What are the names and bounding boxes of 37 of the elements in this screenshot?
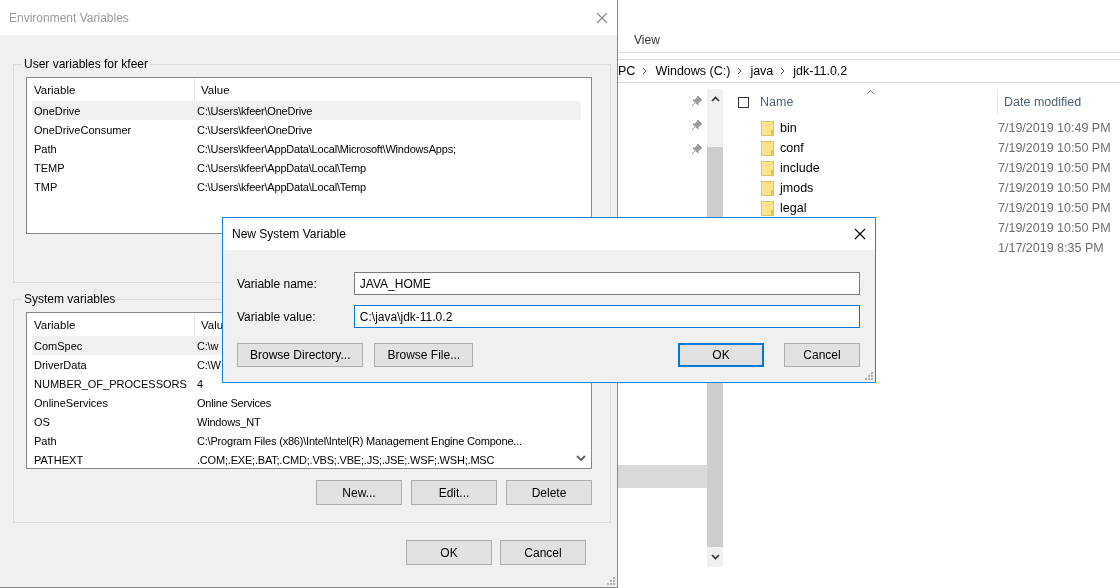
date-modified: 7/19/2019 10:50 PM	[998, 161, 1111, 175]
window-title: Environment Variables	[9, 10, 129, 25]
date-modified: 7/19/2019 10:50 PM	[998, 181, 1111, 195]
group-title: User variables for kfeer	[23, 57, 150, 71]
variable-value: C:\W	[196, 358, 221, 371]
field-label: Variable name:	[237, 276, 318, 291]
date-modified: 7/19/2019 10:49 PM	[998, 121, 1111, 135]
variable-value: C:\Users\kfeer\AppData\Local\Microsoft\WindowsApps;	[196, 142, 456, 155]
variable-name: Path	[33, 142, 58, 155]
variable-name: TEMP	[33, 161, 66, 174]
variable-name: OS	[33, 415, 51, 428]
variable-value: C:\Program Files (x86)\Intel\Intel(R) Management Engine Compone...	[196, 434, 522, 447]
date-modified: 1/17/2019 8:35 PM	[998, 241, 1104, 255]
date-modified: 7/19/2019 10:50 PM	[998, 221, 1111, 235]
variable-value: C:\Users\kfeer\OneDrive	[196, 104, 313, 117]
variable-value: C:\Users\kfeer\AppData\Local\Temp	[196, 180, 366, 193]
variable-name: DriverData	[33, 358, 88, 371]
window-title: New System Variable	[232, 227, 346, 241]
variable-value: 4	[196, 377, 203, 390]
variable-value: C:\Users\kfeer\AppData\Local\Temp	[196, 161, 366, 174]
group-title: System variables	[23, 292, 117, 306]
variable-name: TMP	[33, 180, 59, 193]
variable-name: ComSpec	[33, 339, 84, 352]
date-modified: 7/19/2019 10:50 PM	[998, 201, 1111, 215]
variable-name: OnlineServices	[33, 396, 109, 409]
field-label: Variable value:	[237, 309, 317, 324]
variable-name: Path	[33, 434, 58, 447]
variable-value: C:\Users\kfeer\OneDrive	[196, 123, 313, 136]
variable-value: Online Services	[196, 396, 272, 409]
variable-value: Windows_NT	[196, 415, 261, 428]
variable-value: .COM;.EXE;.BAT;.CMD;.VBS;.VBE;.JS;.JSE;.WSF;.WSH;.MSC	[196, 453, 495, 466]
date-modified: 7/19/2019 10:50 PM	[998, 141, 1111, 155]
variable-name: OneDriveConsumer	[33, 123, 133, 136]
variable-value: C:\w	[196, 339, 219, 352]
variable-name: OneDrive	[33, 104, 82, 117]
variable-name: PATHEXT	[33, 453, 85, 466]
variable-name: NUMBER_OF_PROCESSORS	[33, 377, 188, 390]
